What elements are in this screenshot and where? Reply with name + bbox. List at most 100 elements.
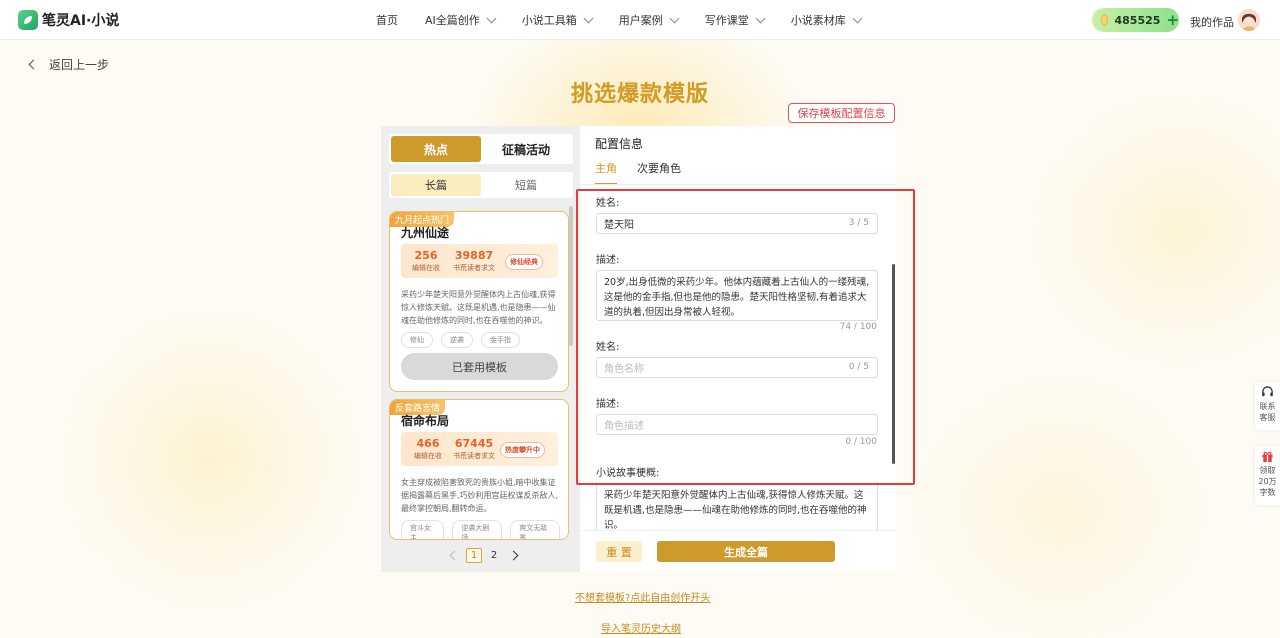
applied-template-button[interactable]: 已套用模板 bbox=[401, 353, 558, 380]
logo-text: 笔灵AI·小说 bbox=[42, 13, 120, 29]
card-stats: 466 编辑在收 67445 书荒读者求文 热度攀升中 bbox=[401, 432, 558, 466]
stat-readers: 39887 书荒读者求文 bbox=[453, 249, 495, 273]
stat-label: 编辑在收 bbox=[414, 452, 442, 460]
synopsis-label: 小说故事梗概: bbox=[596, 468, 660, 479]
tag-chip: 逆袭 bbox=[441, 332, 473, 348]
list-scrollbar[interactable] bbox=[569, 206, 573, 346]
tag-chip: 爽文无敌秀 bbox=[510, 520, 560, 539]
chevron-down-icon bbox=[852, 13, 863, 23]
divider bbox=[580, 184, 896, 185]
tab-secondary-role[interactable]: 次要角色 bbox=[637, 160, 681, 185]
card-badge: 修仙经典 bbox=[505, 254, 543, 270]
free-create-link[interactable]: 不想套模板?点此自由创作开头 bbox=[575, 589, 710, 604]
nav-material-library[interactable]: 小说素材库 bbox=[791, 12, 863, 28]
page-2[interactable]: 2 bbox=[486, 548, 502, 563]
stat-label: 书荒读者求文 bbox=[453, 264, 495, 272]
points-value: 485525 bbox=[1114, 13, 1161, 27]
pagination: 1 2 bbox=[449, 548, 519, 563]
role-description-placeholder: 角色描述 bbox=[604, 421, 644, 432]
char-count: 3 / 5 bbox=[848, 218, 869, 228]
card-badge: 热度攀升中 bbox=[500, 442, 545, 458]
top-navbar: 笔灵AI·小说 首页 AI全篇创作 小说工具箱 用户案例 写作课堂 小说素材库 … bbox=[0, 0, 1280, 40]
my-works-link[interactable]: 我的作品 bbox=[1190, 14, 1234, 30]
generate-full-button[interactable]: 生成全篇 bbox=[657, 541, 835, 562]
chevron-left-icon bbox=[28, 59, 39, 70]
stat-number: 256 bbox=[414, 249, 438, 262]
gift-icon bbox=[1262, 451, 1273, 463]
nav-label: 首页 bbox=[376, 14, 398, 27]
plus-icon: + bbox=[1166, 10, 1179, 29]
role-description-field[interactable]: 角色描述 bbox=[596, 414, 878, 435]
avatar[interactable] bbox=[1238, 9, 1260, 31]
name-value: 楚天阳 bbox=[604, 220, 634, 231]
length-tabs: 长篇 短篇 bbox=[389, 172, 573, 198]
nav-home[interactable]: 首页 bbox=[376, 12, 398, 28]
nav-ai-full-creation[interactable]: AI全篇创作 bbox=[425, 12, 497, 28]
nav-label: 用户案例 bbox=[618, 14, 663, 27]
gift-widget[interactable]: 领取20万字数 bbox=[1255, 446, 1280, 505]
template-card[interactable]: 反套路言情 宿命布局 466 编辑在收 67445 书荒读者求文 热度攀升中 女… bbox=[389, 399, 569, 540]
stat-readers: 67445 书荒读者求文 bbox=[453, 437, 495, 461]
tab-hot[interactable]: 热点 bbox=[391, 136, 481, 162]
synopsis-field[interactable]: 采药少年楚天阳意外觉醒体内上古仙魂,获得惊人修炼天赋。这既是机遇,也是隐患——仙… bbox=[596, 483, 878, 533]
nav-label: AI全篇创作 bbox=[425, 14, 480, 27]
stat-editors: 256 编辑在收 bbox=[412, 249, 440, 273]
name-field[interactable]: 楚天阳 3 / 5 bbox=[596, 213, 878, 234]
char-count: 0 / 5 bbox=[848, 362, 869, 372]
config-panel: 配置信息 主角 次要角色 姓名: 楚天阳 3 / 5 描述: 20岁,出身低微的… bbox=[580, 126, 896, 572]
gift-label: 领取20万字数 bbox=[1258, 466, 1277, 497]
nav-label: 写作课堂 bbox=[704, 14, 749, 27]
tab-contest[interactable]: 征稿活动 bbox=[481, 136, 571, 162]
customer-service-widget[interactable]: 联系客服 bbox=[1255, 382, 1280, 430]
back-label: 返回上一步 bbox=[49, 58, 110, 72]
card-stats: 256 编辑在收 39887 书荒读者求文 修仙经典 bbox=[401, 244, 558, 278]
char-count: 74 / 100 bbox=[839, 322, 877, 332]
logo[interactable]: 笔灵AI·小说 bbox=[18, 10, 119, 30]
chevron-right-icon[interactable] bbox=[508, 550, 519, 561]
stat-label: 编辑在收 bbox=[412, 264, 440, 272]
tag-chip: 逆袭大剧场 bbox=[452, 520, 503, 539]
description-label: 描述: bbox=[596, 255, 620, 266]
char-count: 0 / 100 bbox=[845, 437, 877, 447]
nav-writing-class[interactable]: 写作课堂 bbox=[704, 12, 766, 28]
nav-novel-toolbox[interactable]: 小说工具箱 bbox=[522, 12, 594, 28]
tab-protagonist[interactable]: 主角 bbox=[595, 160, 617, 185]
main-nav: 首页 AI全篇创作 小说工具箱 用户案例 写作课堂 小说素材库 bbox=[376, 0, 888, 40]
role-tabs: 主角 次要角色 bbox=[595, 160, 701, 185]
chevron-down-icon bbox=[583, 13, 594, 23]
stat-number: 67445 bbox=[454, 437, 494, 450]
card-tags: 修仙 逆袭 金手指 bbox=[401, 332, 528, 348]
tag-chip: 修仙 bbox=[401, 332, 433, 348]
tab-short[interactable]: 短篇 bbox=[481, 174, 571, 196]
card-tags: 宫斗女主 逆袭大剧场 爽文无敌秀 bbox=[401, 520, 568, 539]
name-label: 姓名: bbox=[596, 198, 620, 209]
chevron-down-icon bbox=[669, 13, 680, 23]
config-title: 配置信息 bbox=[595, 137, 644, 151]
import-outline-link[interactable]: 导入笔灵历史大纲 bbox=[601, 620, 681, 635]
tag-chip: 宫斗女主 bbox=[401, 520, 445, 539]
points-balance-button[interactable]: 485525 + bbox=[1092, 8, 1179, 32]
tab-long[interactable]: 长篇 bbox=[391, 174, 481, 196]
name-label: 姓名: bbox=[596, 342, 620, 353]
role-name-placeholder: 角色名称 bbox=[604, 364, 644, 375]
card-title: 宿命布局 bbox=[401, 414, 450, 428]
nav-user-cases[interactable]: 用户案例 bbox=[618, 12, 680, 28]
template-card[interactable]: 九月起点热门 九州仙途 256 编辑在收 39887 书荒读者求文 修仙经典 采… bbox=[389, 211, 569, 392]
back-button[interactable]: 返回上一步 bbox=[28, 56, 110, 73]
save-config-button[interactable]: 保存模板配置信息 bbox=[788, 103, 895, 123]
coin-icon bbox=[1101, 14, 1109, 26]
tag-chip: 金手指 bbox=[481, 332, 520, 348]
chevron-down-icon bbox=[486, 13, 497, 23]
stat-editors: 466 编辑在收 bbox=[414, 437, 442, 461]
leaf-logo-icon bbox=[18, 10, 38, 30]
page-1[interactable]: 1 bbox=[466, 548, 482, 563]
description-field[interactable]: 20岁,出身低微的采药少年。他体内蕴藏着上古仙人的一缕残魂,这是他的金手指,但也… bbox=[596, 270, 878, 321]
role-name-field[interactable]: 角色名称 0 / 5 bbox=[596, 357, 878, 378]
chevron-left-icon[interactable] bbox=[449, 550, 460, 561]
category-tabs: 热点 征稿活动 bbox=[389, 134, 573, 164]
reset-button[interactable]: 重 置 bbox=[596, 541, 642, 562]
card-title: 九州仙途 bbox=[401, 226, 450, 240]
config-scrollbar[interactable] bbox=[892, 264, 895, 464]
page-title: 挑选爆款模版 bbox=[570, 82, 709, 107]
description-label: 描述: bbox=[596, 399, 620, 410]
